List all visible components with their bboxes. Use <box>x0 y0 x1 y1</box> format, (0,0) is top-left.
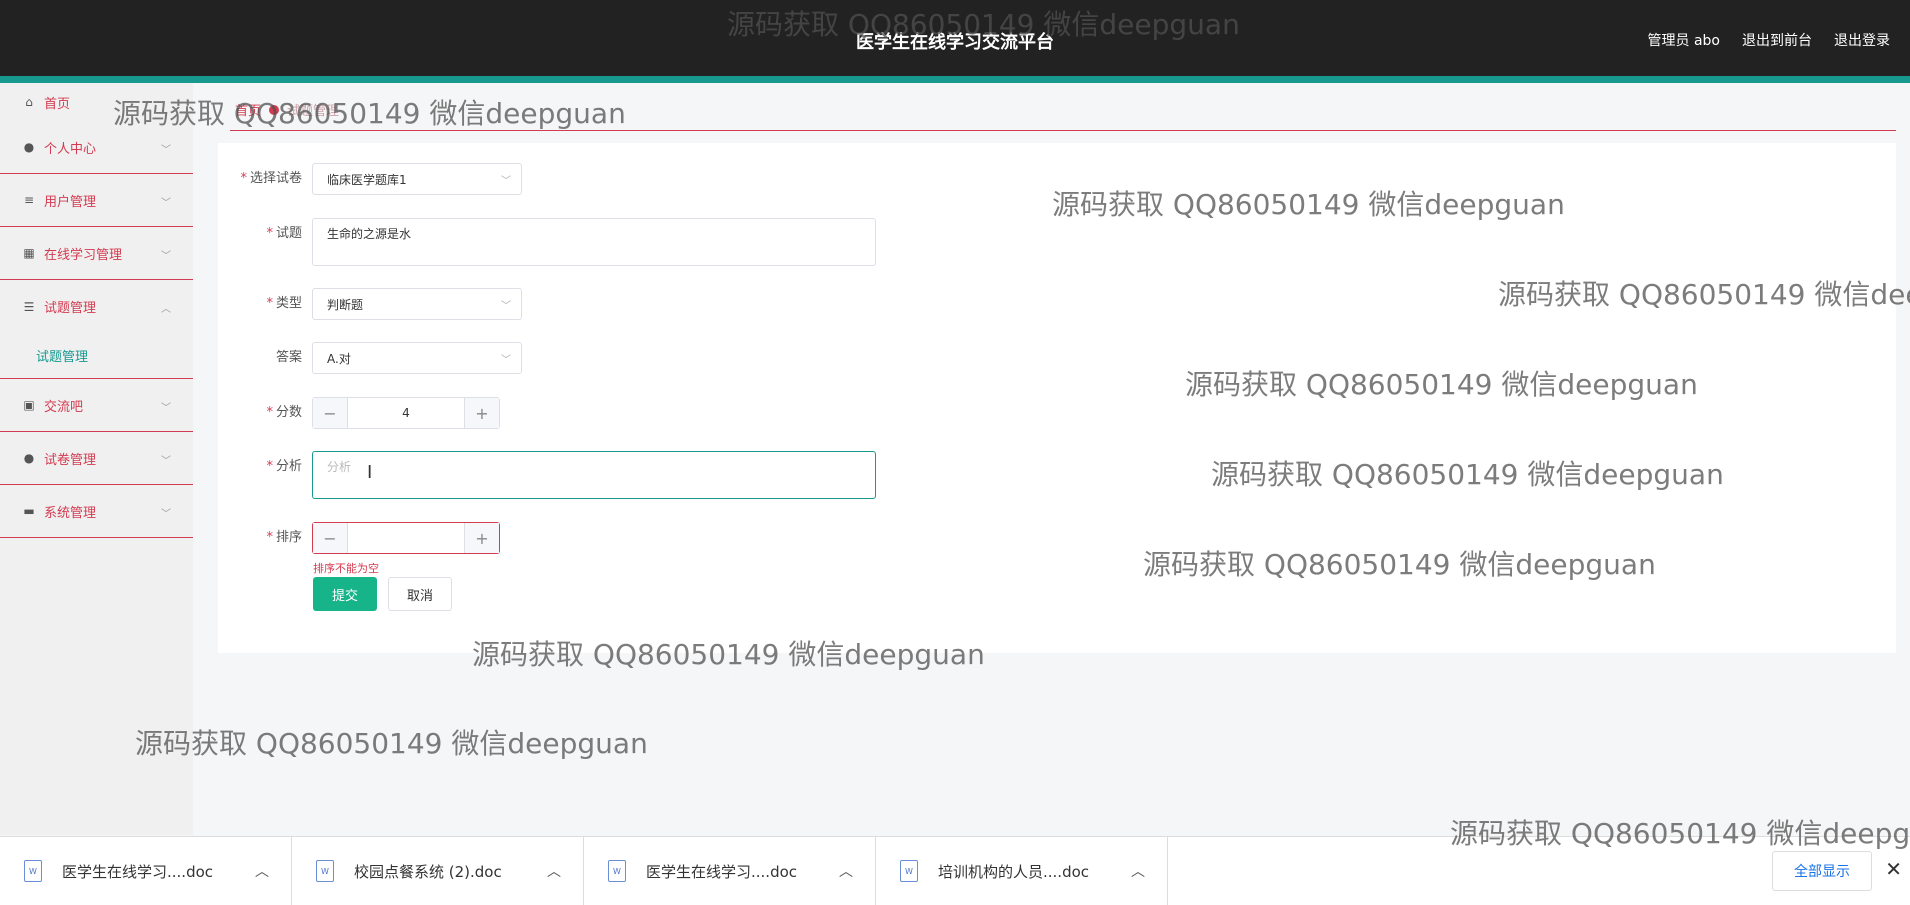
chevron-down-icon: ﹀ <box>161 251 171 262</box>
sidebar-item-label: 个人中心 <box>44 141 97 157</box>
chevron-down-icon: ﹀ <box>161 403 171 414</box>
sidebar-item-paper-management[interactable]: ● 试卷管理 ﹀ <box>0 432 193 485</box>
score-input[interactable]: 4 <box>348 406 464 420</box>
order-label: 排序 <box>275 530 302 545</box>
download-item[interactable]: W 医学生在线学习....doc ︿ <box>0 837 292 905</box>
decrement-button[interactable]: − <box>313 523 348 553</box>
chevron-down-icon: ﹀ <box>501 355 511 366</box>
sidebar-item-system-management[interactable]: ▬ 系统管理 ﹀ <box>0 485 193 538</box>
form-row-answer: 答案 A.对 ﹀ <box>218 342 522 374</box>
briefcase-icon: ▬ <box>23 504 35 518</box>
sidebar-item-label: 用户管理 <box>44 194 97 210</box>
chevron-up-icon[interactable]: ︿ <box>839 861 853 881</box>
header-actions: 管理员 abo 退出到前台 退出登录 <box>1648 30 1890 50</box>
form-row-analysis: * 分析 分析 <box>218 451 876 499</box>
logout-link[interactable]: 退出登录 <box>1834 30 1890 50</box>
sidebar-item-label: 在线学习管理 <box>44 247 123 263</box>
analysis-textarea[interactable]: 分析 <box>312 451 876 499</box>
sidebar-item-home[interactable]: ⌂ 首页 <box>0 83 193 121</box>
user-icon: ● <box>23 140 35 154</box>
chevron-up-icon[interactable]: ︿ <box>1131 861 1145 881</box>
form-panel: * 选择试卷 临床医学题库1 ﹀ * 试题 生命的之源是水 * 类型 判断题 ﹀ 答案… <box>218 143 1896 653</box>
sidebar-item-personal-center[interactable]: ● 个人中心 ﹀ <box>0 121 193 174</box>
sidebar-item-user-management[interactable]: ≡ 用户管理 ﹀ <box>0 174 193 227</box>
show-all-downloads-button[interactable]: 全部显示 <box>1772 851 1872 891</box>
sidebar-item-forum[interactable]: ▣ 交流吧 ﹀ <box>0 379 193 432</box>
cancel-button[interactable]: 取消 <box>388 577 452 611</box>
answer-select[interactable]: A.对 ﹀ <box>312 342 522 374</box>
sidebar-item-label: 系统管理 <box>44 505 97 521</box>
paper-select[interactable]: 临床医学题库1 ﹀ <box>312 163 522 195</box>
type-select[interactable]: 判断题 ﹀ <box>312 288 522 320</box>
clipboard-icon: ▣ <box>23 398 35 412</box>
paper-label: 选择试卷 <box>249 171 302 186</box>
chevron-down-icon: ﹀ <box>161 198 171 209</box>
form-row-order: * 排序 − + <box>218 522 500 554</box>
sliders-icon: ☰ <box>23 299 35 314</box>
score-label: 分数 <box>275 405 302 420</box>
score-stepper: − 4 + <box>312 397 500 429</box>
breadcrumb-separator-icon <box>269 104 280 115</box>
breadcrumb-current: 试题管理 <box>287 104 340 119</box>
order-error-message: 排序不能为空 <box>313 562 379 575</box>
increment-button[interactable]: + <box>464 523 499 553</box>
close-icon[interactable]: ✕ <box>1885 857 1902 881</box>
form-row-type: * 类型 判断题 ﹀ <box>218 288 522 320</box>
sidebar-item-question-management[interactable]: ☰ 试题管理 ︿ <box>0 280 193 333</box>
chevron-down-icon: ﹀ <box>501 301 511 312</box>
answer-label: 答案 <box>275 350 302 365</box>
order-stepper: − + <box>312 522 500 554</box>
decrement-button[interactable]: − <box>313 398 348 428</box>
sidebar-item-label: 试卷管理 <box>44 452 97 468</box>
question-label: 试题 <box>275 226 302 241</box>
question-textarea[interactable]: 生命的之源是水 <box>312 218 876 266</box>
chevron-up-icon[interactable]: ︿ <box>255 861 269 881</box>
chevron-down-icon: ﹀ <box>161 145 171 156</box>
increment-button[interactable]: + <box>464 398 499 428</box>
chevron-down-icon: ﹀ <box>161 456 171 467</box>
text-cursor-icon: I <box>367 462 373 483</box>
sidebar-item-label: 首页 <box>44 96 71 112</box>
admin-user-label: 管理员 abo <box>1647 33 1720 49</box>
top-header: 医学生在线学习交流平台 管理员 abo 退出到前台 退出登录 <box>0 0 1910 83</box>
home-icon: ⌂ <box>25 95 33 109</box>
download-item[interactable]: W 校园点餐系统 (2).doc ︿ <box>292 837 584 905</box>
type-label: 类型 <box>275 296 302 311</box>
form-row-question: * 试题 生命的之源是水 <box>218 218 876 266</box>
chevron-down-icon: ﹀ <box>161 509 171 520</box>
submenu-item-question-management[interactable]: 试题管理 <box>0 333 193 379</box>
form-row-paper: * 选择试卷 临床医学题库1 ﹀ <box>218 163 522 195</box>
watermark: 源码获取 QQ86050149 微信deepguan <box>135 727 648 760</box>
download-item[interactable]: W 医学生在线学习....doc ︿ <box>584 837 876 905</box>
user-icon: ● <box>23 451 35 465</box>
doc-file-icon: W <box>24 860 42 882</box>
exit-to-front-link[interactable]: 退出到前台 <box>1742 30 1812 50</box>
breadcrumb-home[interactable]: 首页 <box>235 100 261 119</box>
app-title: 医学生在线学习交流平台 <box>856 32 1054 53</box>
sidebar-item-label: 试题管理 <box>44 301 97 316</box>
submit-button[interactable]: 提交 <box>313 577 377 611</box>
breadcrumb-divider <box>230 130 1896 131</box>
sidebar-item-online-learning[interactable]: ▦ 在线学习管理 ﹀ <box>0 227 193 280</box>
download-item[interactable]: W 培训机构的人员....doc ︿ <box>876 837 1168 905</box>
downloads-bar: W 医学生在线学习....doc ︿ W 校园点餐系统 (2).doc ︿ W … <box>0 836 1910 905</box>
chevron-down-icon: ﹀ <box>501 176 511 187</box>
breadcrumb: 首页 试题管理 <box>235 100 339 119</box>
list-icon: ≡ <box>23 193 35 207</box>
doc-file-icon: W <box>900 860 918 882</box>
chevron-up-icon[interactable]: ︿ <box>547 861 561 881</box>
sidebar-item-label: 交流吧 <box>44 399 84 415</box>
doc-file-icon: W <box>316 860 334 882</box>
form-row-score: * 分数 − 4 + <box>218 397 500 429</box>
sidebar: ⌂ 首页 ● 个人中心 ﹀ ≡ 用户管理 ﹀ ▦ 在线学习管理 ﹀ ☰ 试题管理… <box>0 83 193 835</box>
grid-icon: ▦ <box>23 246 35 260</box>
chevron-up-icon: ︿ <box>161 304 171 315</box>
analysis-label: 分析 <box>275 459 302 474</box>
doc-file-icon: W <box>608 860 626 882</box>
